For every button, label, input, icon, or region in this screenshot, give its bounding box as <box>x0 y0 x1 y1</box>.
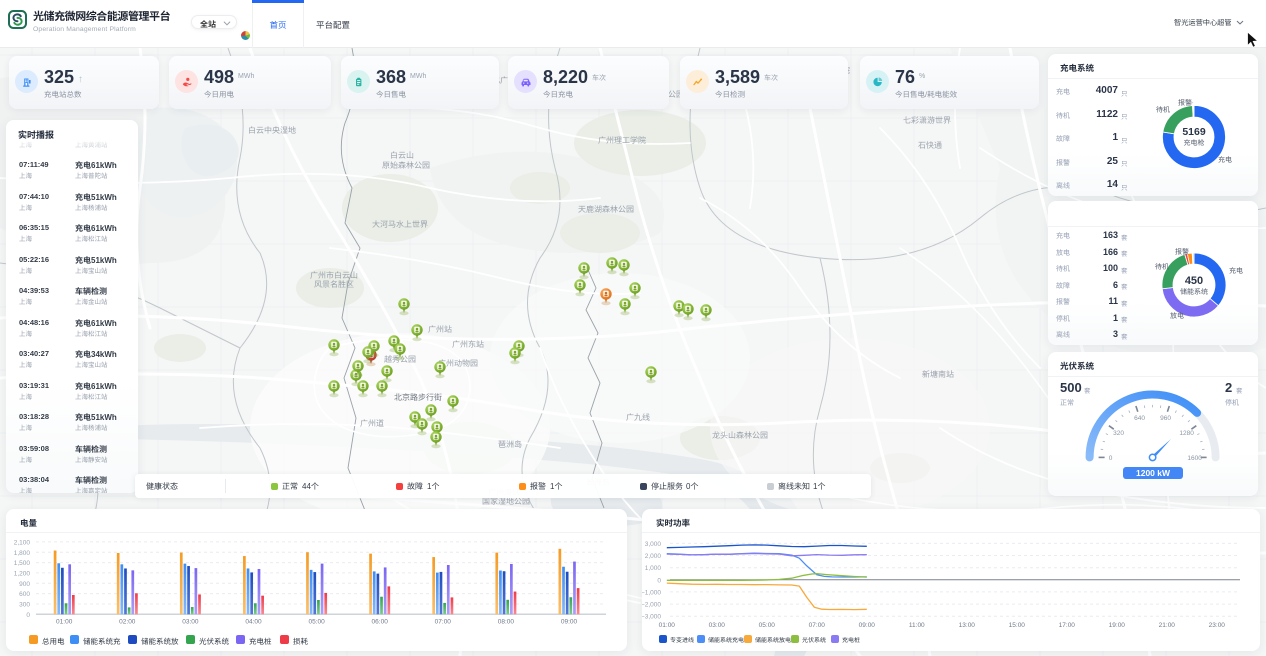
svg-text:01:00: 01:00 <box>56 619 73 626</box>
svg-text:1,500: 1,500 <box>14 560 31 567</box>
svg-text:1600: 1600 <box>1187 455 1202 462</box>
svg-text:待机: 待机 <box>1155 262 1169 272</box>
svg-text:−1,000: −1,000 <box>642 589 661 596</box>
svg-text:09:00: 09:00 <box>859 622 876 629</box>
svg-text:白云中央湿地: 白云中央湿地 <box>248 125 296 136</box>
svg-text:21:00: 21:00 <box>1159 622 1176 629</box>
svg-text:19:00: 19:00 <box>1109 622 1126 629</box>
svg-text:05:00: 05:00 <box>759 622 776 629</box>
svg-text:5169: 5169 <box>1182 126 1206 138</box>
svg-text:04:00: 04:00 <box>245 619 262 626</box>
svg-text:06:00: 06:00 <box>372 619 389 626</box>
svg-text:0: 0 <box>26 612 30 619</box>
svg-text:报警: 报警 <box>1175 247 1189 257</box>
svg-text:02:00: 02:00 <box>119 619 136 626</box>
svg-text:900: 900 <box>19 581 30 588</box>
svg-text:15:00: 15:00 <box>1009 622 1026 629</box>
svg-text:23:00: 23:00 <box>1209 622 1226 629</box>
svg-text:08:00: 08:00 <box>498 619 515 626</box>
svg-text:琶洲岛: 琶洲岛 <box>498 439 522 450</box>
svg-text:600: 600 <box>19 591 30 598</box>
svg-text:1280: 1280 <box>1179 430 1194 437</box>
svg-text:广州东站: 广州东站 <box>452 339 484 350</box>
svg-text:龙头山森林公园: 龙头山森林公园 <box>712 430 768 441</box>
svg-text:北京路步行街: 北京路步行街 <box>394 392 442 403</box>
svg-text:广州理工学院: 广州理工学院 <box>598 135 646 146</box>
svg-text:3,000: 3,000 <box>645 541 662 548</box>
svg-text:0: 0 <box>1109 455 1113 462</box>
svg-text:2,100: 2,100 <box>14 539 31 546</box>
svg-text:−2,000: −2,000 <box>642 602 661 609</box>
svg-text:报警: 报警 <box>1178 98 1192 108</box>
svg-text:11:00: 11:00 <box>909 622 925 629</box>
svg-text:广州站: 广州站 <box>428 324 452 335</box>
svg-text:待机: 待机 <box>1156 105 1170 115</box>
svg-text:13:00: 13:00 <box>959 622 976 629</box>
svg-text:充电: 充电 <box>1229 266 1243 276</box>
svg-text:07:00: 07:00 <box>809 622 826 629</box>
svg-text:−3,000: −3,000 <box>642 614 661 621</box>
svg-text:天鹿湖森林公园: 天鹿湖森林公园 <box>578 204 634 215</box>
svg-text:450: 450 <box>1185 275 1203 287</box>
svg-text:风景名胜区: 风景名胜区 <box>314 279 354 290</box>
svg-text:03:00: 03:00 <box>709 622 726 629</box>
svg-text:09:00: 09:00 <box>561 619 578 626</box>
svg-text:2,000: 2,000 <box>645 553 662 560</box>
svg-text:储能系统: 储能系统 <box>1180 287 1208 297</box>
svg-text:1,800: 1,800 <box>14 550 31 557</box>
svg-text:320: 320 <box>1113 430 1124 437</box>
svg-text:05:00: 05:00 <box>308 619 325 626</box>
svg-text:石快通: 石快通 <box>918 140 942 151</box>
svg-text:300: 300 <box>19 602 30 609</box>
svg-text:新塘南站: 新塘南站 <box>922 369 954 380</box>
svg-text:17:00: 17:00 <box>1059 622 1076 629</box>
svg-text:放电: 放电 <box>1170 311 1184 321</box>
svg-text:640: 640 <box>1134 415 1145 422</box>
svg-text:大河马水上世界: 大河马水上世界 <box>372 219 428 230</box>
svg-text:960: 960 <box>1160 415 1171 422</box>
svg-text:原始森林公园: 原始森林公园 <box>382 160 430 171</box>
svg-text:03:00: 03:00 <box>182 619 199 626</box>
svg-text:0: 0 <box>657 577 661 584</box>
svg-text:七彩潇游世界: 七彩潇游世界 <box>903 115 951 126</box>
svg-text:充电枪: 充电枪 <box>1184 138 1205 148</box>
svg-text:充电: 充电 <box>1218 155 1232 165</box>
svg-text:01:00: 01:00 <box>659 622 676 629</box>
svg-text:广九线: 广九线 <box>626 412 650 423</box>
svg-text:1,200: 1,200 <box>14 570 31 577</box>
svg-text:07:00: 07:00 <box>435 619 452 626</box>
svg-text:1,000: 1,000 <box>645 565 662 572</box>
svg-text:广州道: 广州道 <box>360 418 384 429</box>
